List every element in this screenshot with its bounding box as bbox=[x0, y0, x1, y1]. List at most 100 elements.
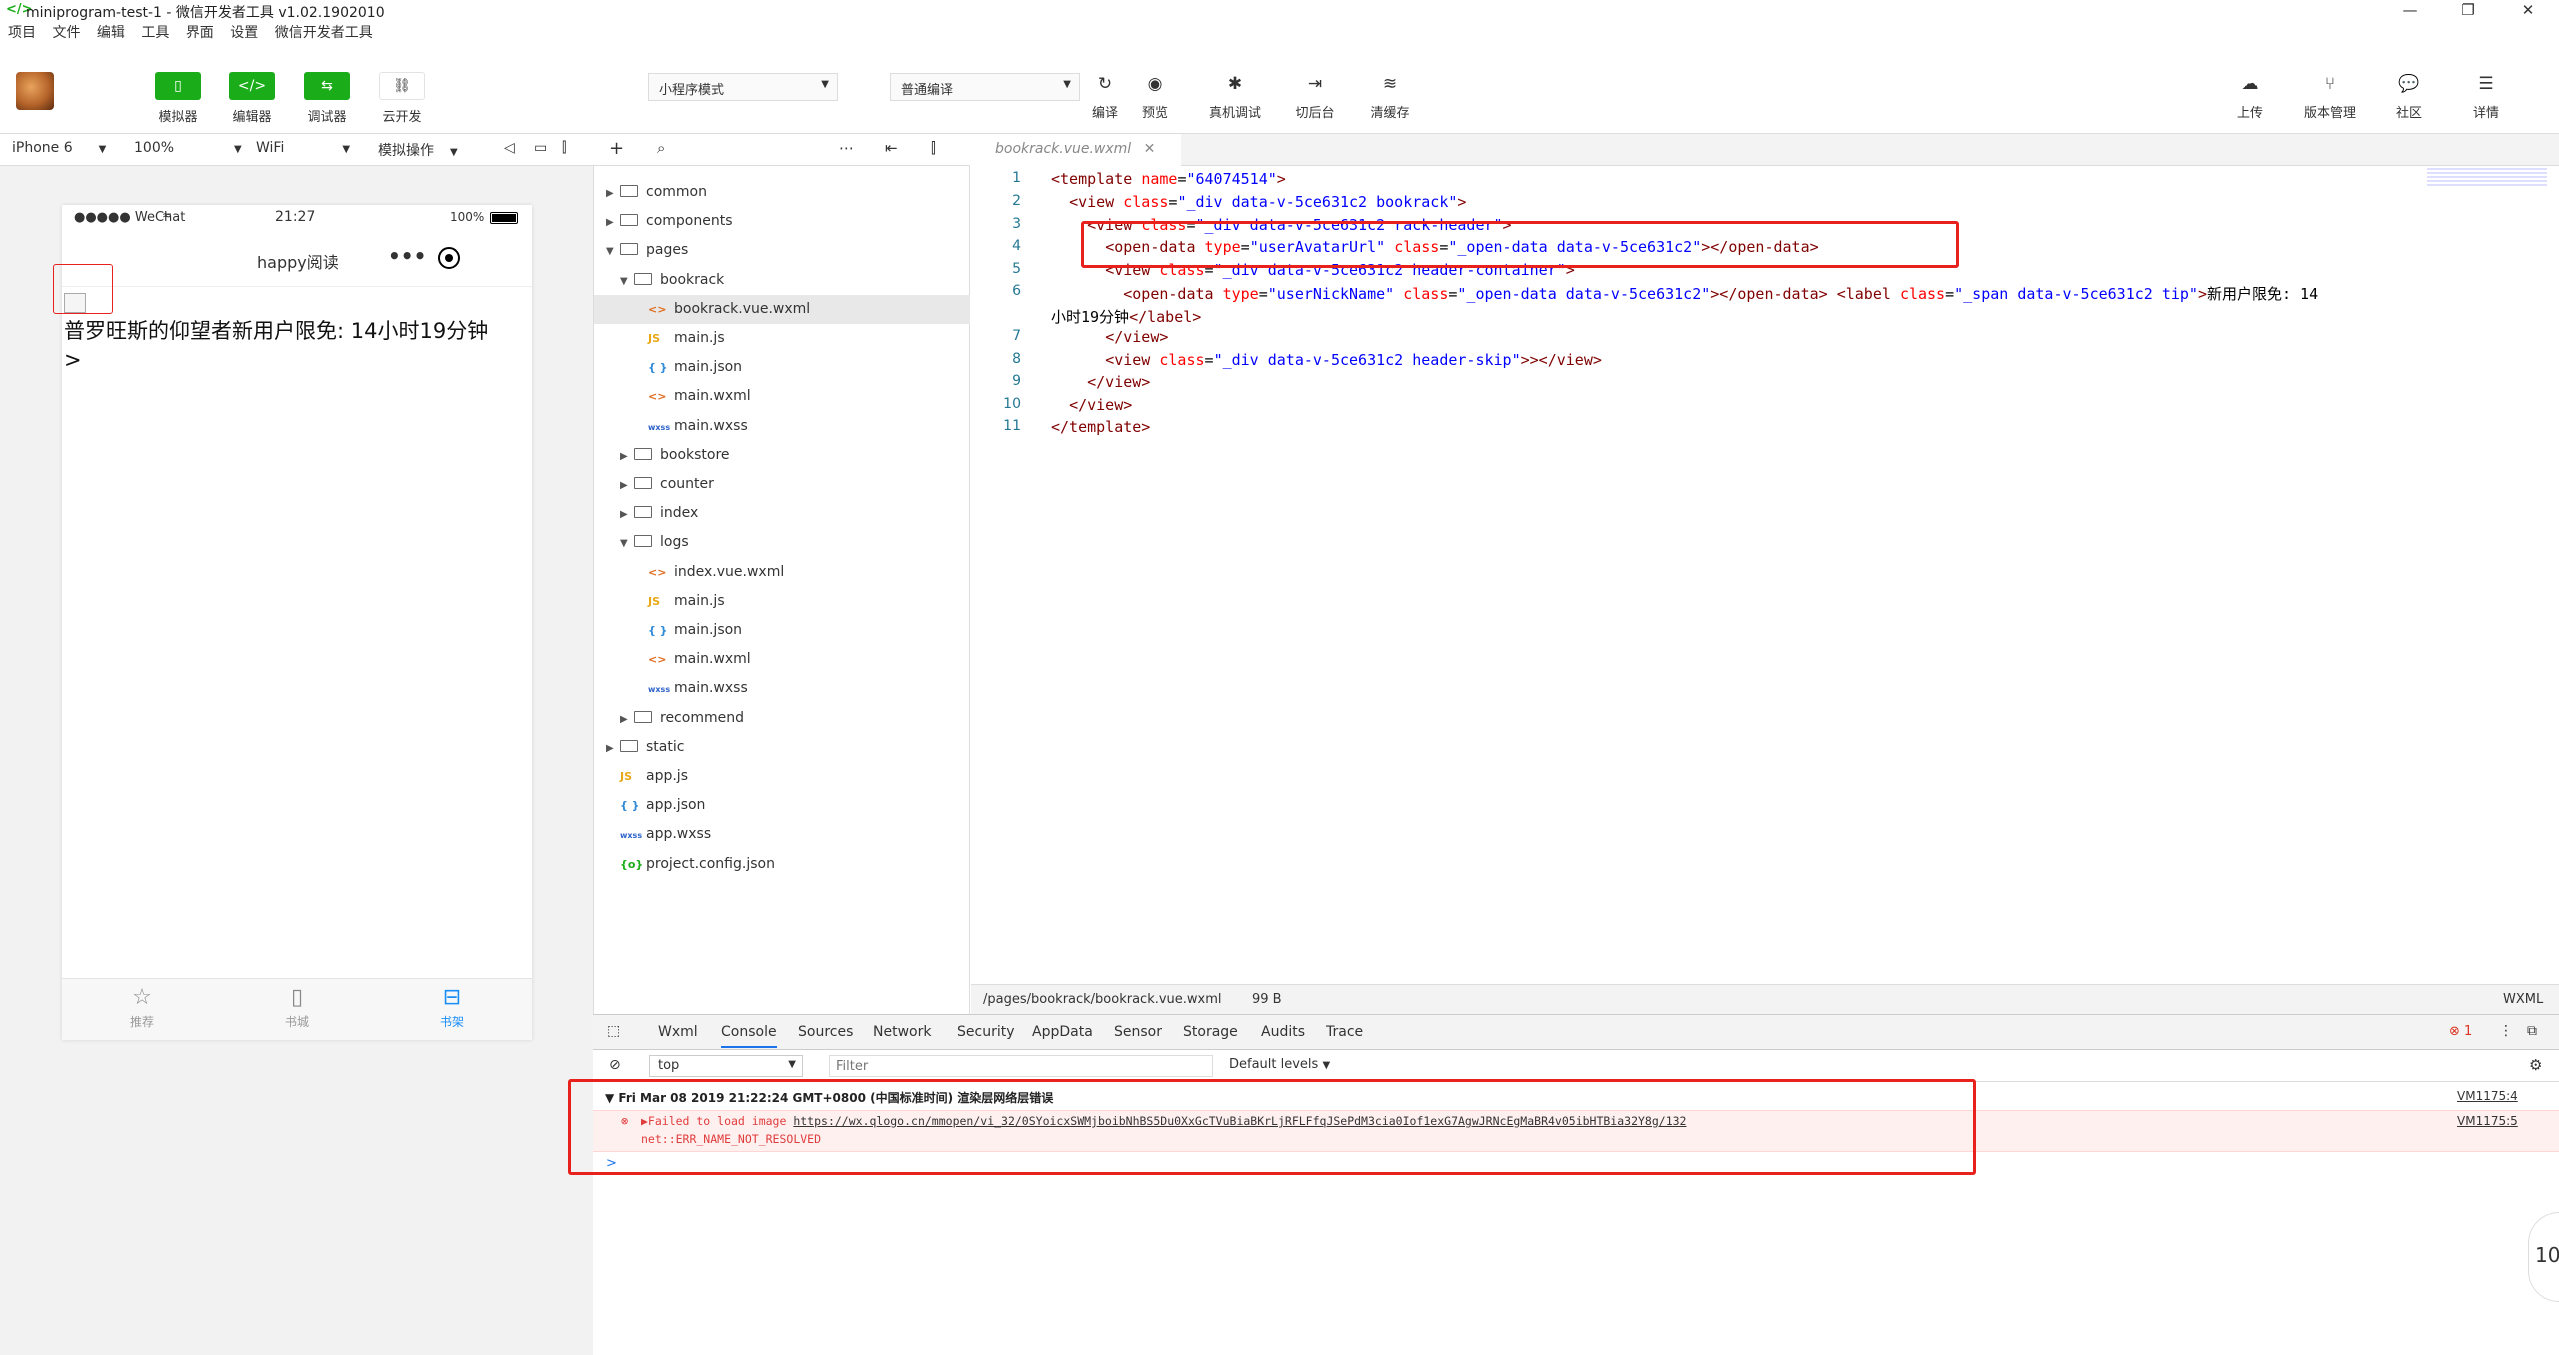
maximize-button[interactable]: ❐ bbox=[2448, 0, 2488, 22]
collapse-icon[interactable]: ⇤ bbox=[885, 139, 898, 157]
tree-folder[interactable]: ▶ index bbox=[594, 499, 970, 528]
menu-file[interactable]: 文件 bbox=[52, 22, 80, 44]
tab-bookshelf[interactable]: ⊟ 书架 bbox=[392, 983, 512, 1030]
chevron-right-icon[interactable]: ▶ bbox=[620, 500, 634, 529]
minimap[interactable] bbox=[2427, 168, 2547, 188]
tree-file[interactable]: {o} project.config.json bbox=[594, 850, 970, 879]
device-select[interactable]: iPhone 6 ▼ bbox=[12, 140, 106, 156]
tree-folder[interactable]: ▼ logs bbox=[594, 528, 970, 557]
code-editor[interactable]: 1 2 3 4 5 6 7 8 9 10 11 <template name="… bbox=[971, 166, 2559, 984]
tree-folder[interactable]: ▶ bookstore bbox=[594, 441, 970, 470]
tree-file[interactable]: <> main.wxml bbox=[594, 382, 970, 411]
chevron-right-icon[interactable]: ▶ bbox=[620, 471, 634, 500]
add-file-icon[interactable]: + bbox=[609, 138, 624, 159]
menu-project[interactable]: 项目 bbox=[8, 22, 36, 44]
tree-file[interactable]: <> index.vue.wxml bbox=[594, 558, 970, 587]
tab-recommend[interactable]: ☆ 推荐 bbox=[82, 983, 202, 1030]
user-avatar[interactable] bbox=[16, 72, 54, 110]
tree-file[interactable]: <> bookrack.vue.wxml bbox=[594, 294, 970, 324]
details-button[interactable]: ☰ 详情 bbox=[2458, 70, 2514, 121]
menu-tools[interactable]: 工具 bbox=[141, 22, 169, 44]
tab-console[interactable]: Console bbox=[721, 1024, 777, 1048]
more-icon[interactable]: ⋯ bbox=[839, 139, 854, 157]
debugger-toggle-button[interactable]: ⇆ 调试器 bbox=[297, 72, 357, 125]
tree-file[interactable]: <> main.wxml bbox=[594, 645, 970, 674]
chevron-right-icon[interactable]: ▶ bbox=[606, 734, 620, 763]
menu-edit[interactable]: 编辑 bbox=[97, 22, 125, 44]
error-source-link[interactable]: VM1175:5 bbox=[2457, 1114, 2518, 1128]
background-button[interactable]: ⇥ 切后台 bbox=[1287, 70, 1343, 121]
tree-folder[interactable]: ▶ components bbox=[594, 207, 970, 236]
window-detach-icon[interactable]: ▭ bbox=[534, 140, 547, 156]
close-button[interactable]: ✕ bbox=[2508, 0, 2548, 22]
tree-file[interactable]: wxss app.wxss bbox=[594, 820, 970, 849]
tab-network[interactable]: Network bbox=[873, 1024, 931, 1040]
menu-devtools[interactable]: 微信开发者工具 bbox=[275, 22, 373, 44]
search-icon[interactable]: ⌕ bbox=[657, 139, 665, 157]
tab-security[interactable]: Security bbox=[957, 1024, 1015, 1040]
network-select[interactable]: WiFi ▼ bbox=[256, 140, 350, 156]
split-layout-icon[interactable]: ⫿ bbox=[562, 140, 566, 156]
tree-file[interactable]: JS app.js bbox=[594, 762, 970, 791]
tree-file[interactable]: { } main.json bbox=[594, 353, 970, 382]
clear-cache-button[interactable]: ≋ 清缓存 bbox=[1362, 70, 1418, 121]
console-filter-input[interactable] bbox=[829, 1055, 1213, 1077]
undock-icon[interactable]: ⧉ bbox=[2527, 1023, 2537, 1039]
zoom-select[interactable]: 100% ▼ bbox=[134, 140, 242, 156]
chevron-down-icon[interactable]: ▼ bbox=[620, 267, 634, 296]
tab-sensor[interactable]: Sensor bbox=[1114, 1024, 1162, 1040]
tab-audits[interactable]: Audits bbox=[1261, 1024, 1305, 1040]
chevron-down-icon[interactable]: ▼ bbox=[606, 237, 620, 266]
tree-file[interactable]: wxss main.wxss bbox=[594, 674, 970, 703]
book-offer-text[interactable]: 普罗旺斯的仰望者新用户限免: 14小时19分钟 > bbox=[64, 317, 532, 375]
upload-button[interactable]: ☁ 上传 bbox=[2222, 70, 2278, 121]
tree-file[interactable]: { } app.json bbox=[594, 791, 970, 820]
inspect-icon[interactable]: ⬚ bbox=[607, 1023, 620, 1039]
log-levels-select[interactable]: Default levels ▼ bbox=[1229, 1057, 1330, 1072]
menu-interface[interactable]: 界面 bbox=[186, 22, 214, 44]
tree-file[interactable]: JS main.js bbox=[594, 324, 970, 353]
error-count-badge[interactable]: ⊗ 1 bbox=[2449, 1024, 2472, 1039]
tree-folder[interactable]: ▶ common bbox=[594, 178, 970, 207]
tree-file[interactable]: JS main.js bbox=[594, 587, 970, 616]
tree-folder[interactable]: ▶ counter bbox=[594, 470, 970, 499]
tree-folder[interactable]: ▶ recommend bbox=[594, 704, 970, 733]
mode-select[interactable]: 小程序模式 ▼ bbox=[648, 73, 838, 101]
volume-icon[interactable]: ◁ bbox=[504, 140, 515, 156]
tree-folder[interactable]: ▼ pages bbox=[594, 236, 970, 265]
simulator-toggle-button[interactable]: ▯ 模拟器 bbox=[148, 72, 208, 125]
community-button[interactable]: 💬 社区 bbox=[2381, 70, 2437, 121]
capsule-close-icon[interactable] bbox=[438, 247, 460, 269]
chevron-right-icon[interactable]: ▶ bbox=[606, 179, 620, 208]
panel-toggle-icon[interactable]: ⫿ bbox=[931, 139, 936, 157]
minimize-button[interactable]: — bbox=[2390, 0, 2430, 22]
floating-side-badge[interactable]: 10 bbox=[2528, 1212, 2559, 1302]
chevron-down-icon[interactable]: ▼ bbox=[620, 529, 634, 558]
chevron-right-icon[interactable]: ▶ bbox=[620, 705, 634, 734]
tree-file[interactable]: { } main.json bbox=[594, 616, 970, 645]
tab-storage[interactable]: Storage bbox=[1183, 1024, 1238, 1040]
chevron-right-icon[interactable]: ▶ bbox=[620, 442, 634, 471]
cloud-dev-button[interactable]: ⛓ 云开发 bbox=[372, 72, 432, 125]
close-tab-icon[interactable]: ✕ bbox=[1144, 141, 1156, 157]
tab-appdata[interactable]: AppData bbox=[1032, 1024, 1093, 1040]
context-select[interactable]: top ▼ bbox=[649, 1055, 803, 1077]
version-button[interactable]: ⑂ 版本管理 bbox=[2302, 70, 2358, 121]
tree-folder[interactable]: ▶ static bbox=[594, 733, 970, 762]
compile-select[interactable]: 普通编译 ▼ bbox=[890, 73, 1080, 101]
group-source-link[interactable]: VM1175:4 bbox=[2457, 1089, 2518, 1103]
chevron-right-icon[interactable]: ▶ bbox=[606, 208, 620, 237]
clear-console-icon[interactable]: ⊘ bbox=[609, 1057, 621, 1073]
gear-icon[interactable]: ⚙ bbox=[2529, 1056, 2542, 1074]
more-dots-icon[interactable]: ••• bbox=[388, 244, 426, 268]
editor-toggle-button[interactable]: </> 编辑器 bbox=[222, 72, 282, 125]
kebab-menu-icon[interactable]: ⋮ bbox=[2499, 1023, 2513, 1039]
compile-button[interactable]: ↻ 编译 bbox=[1077, 70, 1133, 121]
tab-sources[interactable]: Sources bbox=[798, 1024, 853, 1040]
remote-debug-button[interactable]: ✱ 真机调试 bbox=[1207, 70, 1263, 121]
tree-folder[interactable]: ▼ bookrack bbox=[594, 266, 970, 295]
simulate-select[interactable]: 模拟操作 ▼ bbox=[378, 140, 458, 160]
tab-bookstore[interactable]: ▯ 书城 bbox=[237, 983, 357, 1030]
tab-trace[interactable]: Trace bbox=[1326, 1024, 1363, 1040]
tab-wxml[interactable]: Wxml bbox=[658, 1024, 698, 1040]
